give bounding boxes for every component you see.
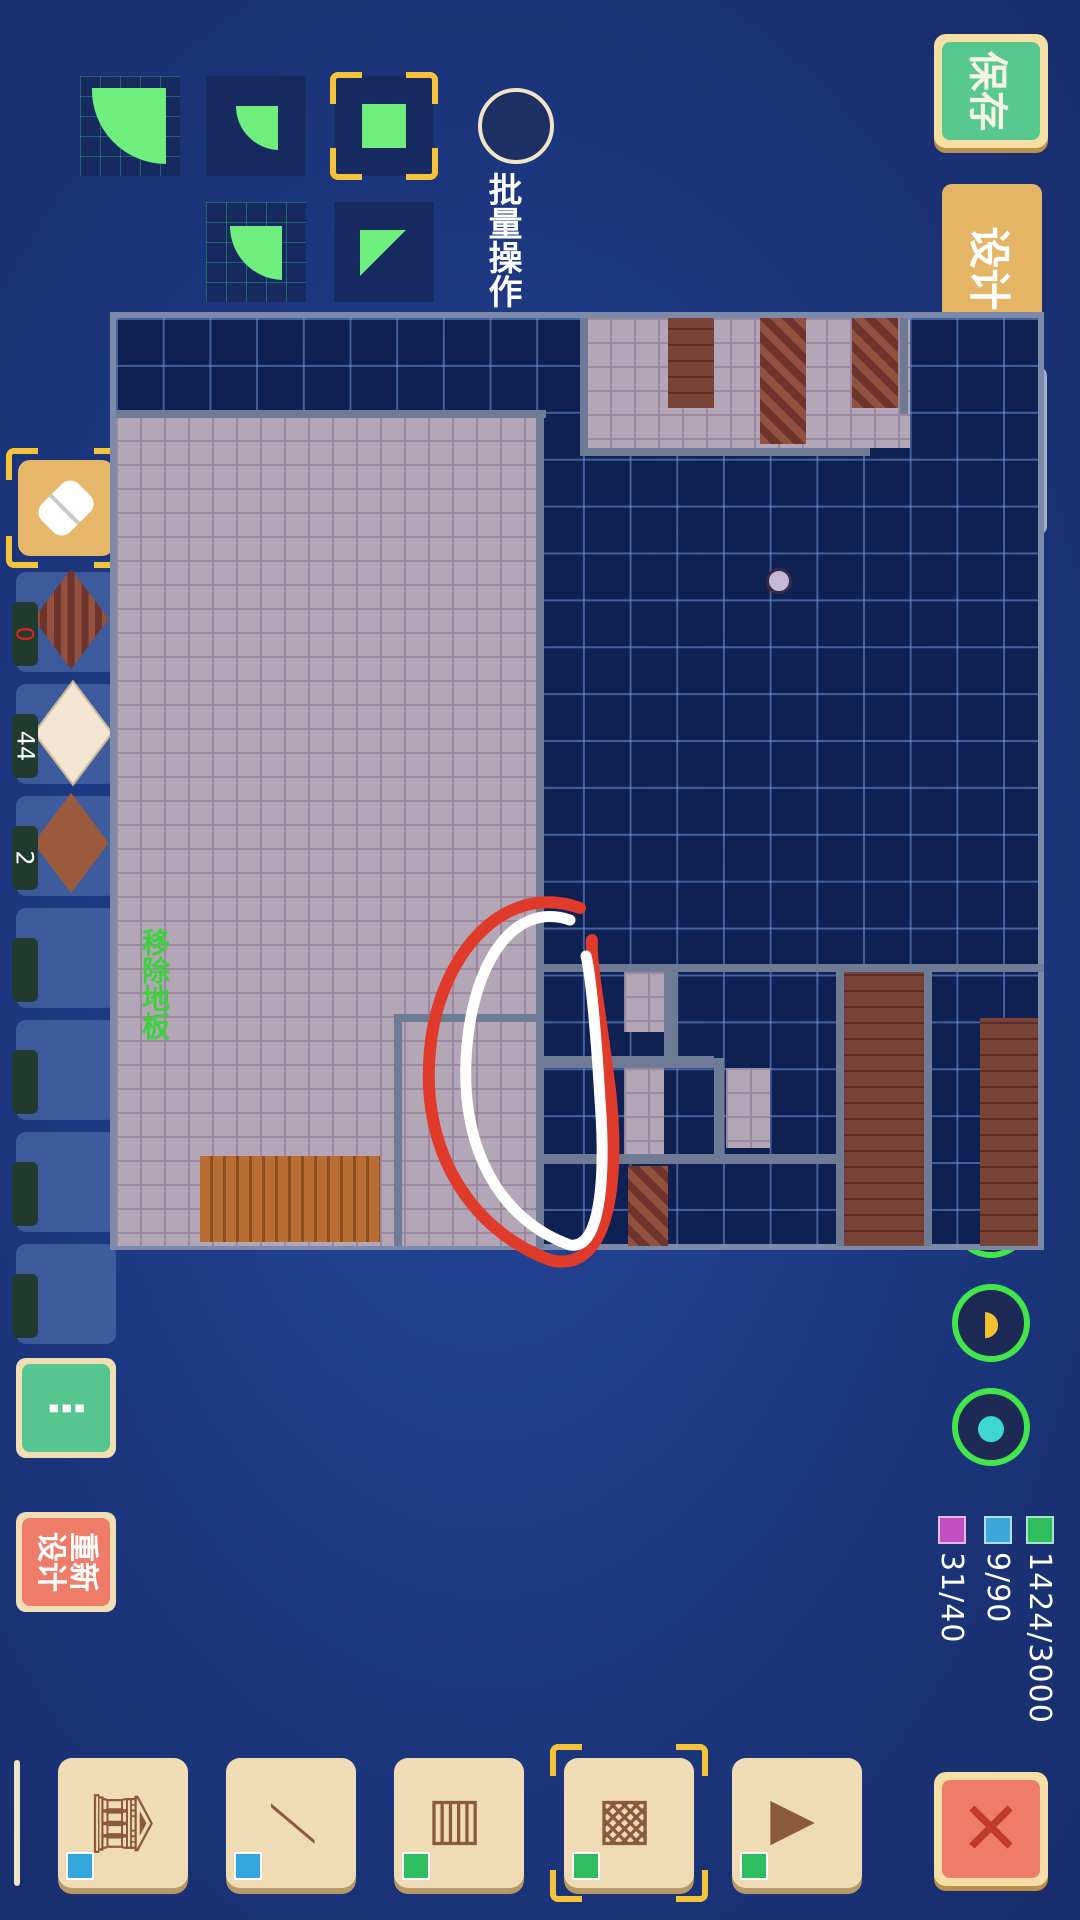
wall-segment	[394, 1016, 402, 1246]
inventory-slot-empty[interactable]	[12, 1244, 116, 1344]
selection-frame	[6, 448, 126, 568]
tool-category-flag	[234, 1852, 262, 1880]
save-button[interactable]: 保存	[934, 34, 1048, 148]
fence-tool[interactable]: ▲	[732, 1758, 862, 1888]
purple-resource-icon	[937, 1516, 966, 1544]
inventory-slot-empty[interactable]	[12, 908, 116, 1008]
blue-resource-value: 9/90	[980, 1552, 1015, 1624]
batch-label: 批量操作	[482, 172, 522, 308]
quarter-round-small-icon	[235, 106, 278, 150]
inventory-slot-empty[interactable]	[12, 1020, 116, 1120]
dark-wood-tile-icon	[33, 792, 109, 894]
player-character[interactable]	[766, 568, 792, 594]
redesign-button[interactable]: 重新设计	[16, 1512, 116, 1612]
pink-tile-strip	[624, 1068, 664, 1160]
water-status: ●	[952, 1388, 1030, 1466]
herringbone-floor-patch	[628, 1166, 668, 1246]
brick-floor-patch	[980, 1018, 1038, 1246]
resource-blue: 9/90	[980, 1516, 1015, 1623]
more-icon: ⋮	[40, 1386, 92, 1430]
tool-category-flag	[740, 1852, 768, 1880]
herringbone-floor-patch	[852, 318, 898, 408]
wall-segment	[924, 964, 932, 1246]
wall-segment	[394, 1014, 544, 1022]
tab-design-label: 设计	[964, 225, 1014, 311]
pink-tile-room	[116, 416, 538, 1246]
resource-purple: 31/40	[934, 1516, 969, 1643]
eraser-button[interactable]	[6, 448, 126, 568]
light-wood-tile-icon	[32, 679, 114, 787]
inventory-slot-empty[interactable]	[12, 1132, 116, 1232]
wall-segment	[536, 964, 1044, 972]
wood-floor-patch	[200, 1156, 380, 1242]
redesign-label: 重新设计	[33, 1532, 100, 1592]
wall-segment	[116, 410, 546, 418]
toolbar-scroll-edge	[14, 1760, 20, 1886]
food-status: ◗	[952, 1284, 1030, 1362]
shape-quarter-round-large[interactable]	[80, 76, 180, 176]
wall-segment	[538, 1056, 714, 1068]
resource-green: 1424/3000	[1022, 1516, 1057, 1724]
herringbone-floor-tile-icon	[33, 568, 109, 670]
brick-floor-patch	[844, 972, 924, 1246]
green-resource-value: 1424/3000	[1022, 1552, 1057, 1724]
water-drop-icon: ●	[976, 1407, 1006, 1447]
batch-toggle[interactable]	[478, 88, 554, 164]
selection-frame	[330, 72, 438, 180]
green-resource-icon	[1025, 1516, 1054, 1544]
shape-triangle-corner[interactable]	[334, 202, 434, 302]
blue-resource-icon	[983, 1516, 1012, 1544]
shape-square[interactable]	[330, 72, 438, 180]
stairs-tool[interactable]: ⟋	[226, 1758, 356, 1888]
purple-resource-value: 31/40	[934, 1552, 969, 1644]
more-button[interactable]: ⋮	[16, 1358, 116, 1458]
quarter-round-corner-icon	[229, 226, 282, 280]
triangle-corner-icon	[360, 230, 406, 276]
wall-segment	[664, 972, 678, 1056]
close-button[interactable]: ✕	[934, 1772, 1048, 1886]
pink-tile-strip	[726, 1068, 770, 1148]
tool-category-flag	[66, 1852, 94, 1880]
brick-floor-patch	[668, 318, 714, 408]
save-label: 保存	[964, 51, 1010, 131]
wall-segment	[714, 1058, 724, 1160]
slot-count: 0	[11, 602, 39, 666]
inventory-slot-light-wood[interactable]: 44	[11, 679, 116, 787]
remove-floor-label: 移除地板	[138, 928, 171, 1040]
wall-segment	[900, 318, 908, 414]
inventory-slot-dark-wood[interactable]: 2	[11, 792, 116, 896]
duck-icon: ◗	[982, 1303, 1000, 1343]
pink-tile-strip	[624, 972, 664, 1032]
quarter-round-large-icon	[91, 88, 166, 164]
wall-segment	[580, 318, 588, 456]
shape-quarter-round-small[interactable]	[206, 76, 306, 176]
pillar-tool[interactable]: 🏛	[58, 1758, 188, 1888]
wall-segment	[536, 410, 544, 1248]
wall-segment	[538, 1154, 844, 1164]
close-icon: ✕	[959, 1786, 1022, 1872]
inventory-slot-herringbone[interactable]: 0	[11, 568, 116, 672]
herringbone-floor-patch	[760, 318, 806, 444]
tool-category-flag	[402, 1852, 430, 1880]
wall-segment	[580, 448, 870, 456]
floor-plan-map[interactable]	[110, 312, 1044, 1250]
floor-tool[interactable]: ▩	[550, 1744, 708, 1902]
shape-quarter-round-corner[interactable]	[206, 202, 306, 302]
tool-category-flag	[572, 1852, 600, 1880]
wall-segment	[836, 964, 844, 1246]
slot-count: 2	[11, 826, 39, 890]
wall-tool[interactable]: ▤	[394, 1758, 524, 1888]
slot-count: 44	[11, 714, 39, 778]
